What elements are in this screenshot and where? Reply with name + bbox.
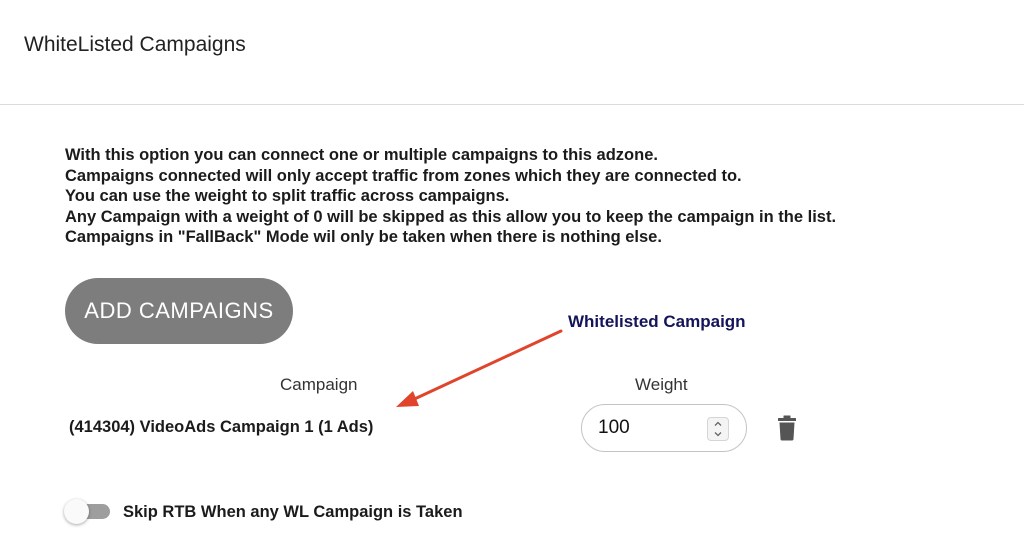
skip-rtb-label: Skip RTB When any WL Campaign is Taken: [123, 503, 463, 521]
chevron-up-icon[interactable]: [708, 418, 728, 429]
column-header-campaign: Campaign: [280, 375, 358, 394]
toggle-knob: [64, 499, 89, 524]
skip-rtb-toggle[interactable]: [64, 499, 112, 526]
arrow-head: [396, 391, 419, 407]
page-title: WhiteListed Campaigns: [24, 33, 246, 56]
description-line: You can use the weight to split traffic …: [65, 187, 510, 205]
trash-icon[interactable]: [776, 415, 798, 441]
description-line: Any Campaign with a weight of 0 will be …: [65, 207, 837, 226]
chevron-down-icon[interactable]: [708, 429, 728, 440]
weight-input[interactable]: [598, 415, 698, 441]
description: With this option you can connect one or …: [65, 145, 836, 248]
description-line: Campaigns in "FallBack" Mode wil only be…: [65, 228, 662, 246]
weight-field[interactable]: [581, 404, 747, 452]
arrow-shaft: [406, 329, 563, 404]
description-line: With this option you can connect one or …: [65, 146, 658, 164]
annotation-label: Whitelisted Campaign: [568, 312, 746, 331]
add-campaigns-button[interactable]: ADD CAMPAIGNS: [65, 278, 293, 344]
description-line: Campaigns connected will only accept tra…: [65, 166, 742, 185]
whitelisted-campaigns-panel: WhiteListed Campaigns With this option y…: [0, 0, 1024, 555]
panel-header: WhiteListed Campaigns: [0, 0, 1024, 105]
campaign-row-name: (414304) VideoAds Campaign 1 (1 Ads): [69, 418, 374, 436]
weight-stepper[interactable]: [707, 417, 729, 441]
column-header-weight: Weight: [635, 375, 688, 394]
